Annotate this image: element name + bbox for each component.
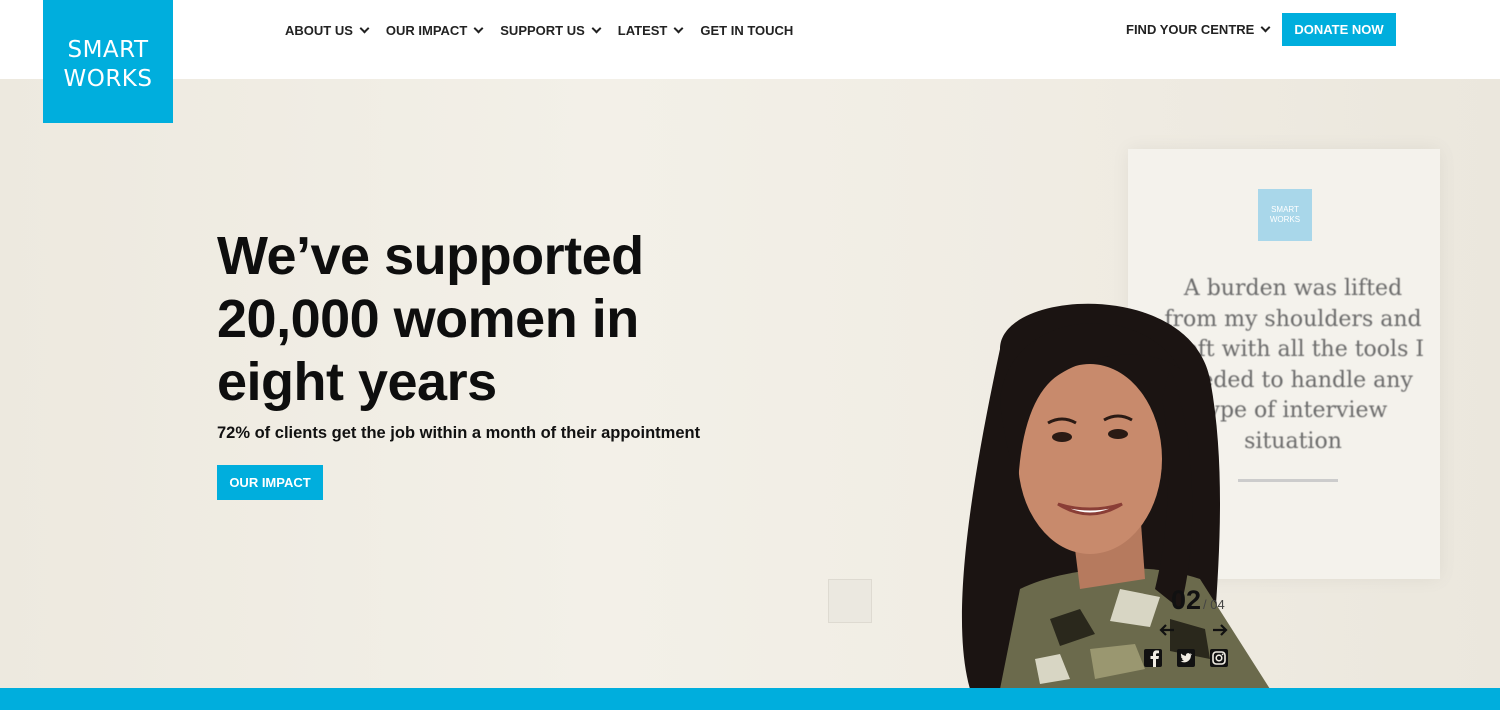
hero-title: We’ve supported 20,000 women in eight ye… <box>217 225 777 414</box>
nav-about-us[interactable]: ABOUT US <box>285 22 370 38</box>
chevron-down-icon <box>359 23 370 33</box>
nav-get-in-touch[interactable]: GET IN TOUCH <box>700 22 793 38</box>
hero-subtitle: 72% of clients get the job within a mont… <box>217 424 701 442</box>
our-impact-button[interactable]: OUR IMPACT <box>217 465 323 500</box>
find-your-centre-label: FIND YOUR CENTRE <box>1126 22 1255 37</box>
nav-get-in-touch-label: GET IN TOUCH <box>700 22 794 38</box>
slide-total: / 04 <box>1203 597 1225 612</box>
hero-banner: SMART WORKS A burden was lifted from my … <box>0 79 1500 688</box>
nav-support-us[interactable]: SUPPORT US <box>500 22 602 38</box>
chevron-down-icon <box>673 23 684 33</box>
logo-line1: SMART <box>67 36 149 63</box>
main-nav: ABOUT US OUR IMPACT SUPPORT US LATEST GE… <box>285 22 811 38</box>
facebook-icon[interactable] <box>1143 648 1163 668</box>
poster-logo: SMART WORKS <box>1258 189 1312 241</box>
twitter-icon[interactable] <box>1176 648 1196 668</box>
hero-title-line3: eight years <box>217 352 497 412</box>
site-header: ABOUT US OUR IMPACT SUPPORT US LATEST GE… <box>0 0 1500 79</box>
nav-about-us-label: ABOUT US <box>285 22 353 38</box>
slide-current: 02 <box>1171 585 1202 615</box>
nav-our-impact[interactable]: OUR IMPACT <box>385 22 484 38</box>
hero-title-line1: We’ve supported <box>217 226 644 286</box>
bottom-accent-bar <box>0 688 1500 710</box>
instagram-icon[interactable] <box>1209 648 1229 668</box>
chevron-down-icon <box>473 23 484 33</box>
arrow-left-icon[interactable] <box>1157 620 1177 640</box>
donate-now-button[interactable]: DONATE NOW <box>1282 13 1396 46</box>
nav-support-us-label: SUPPORT US <box>500 22 585 38</box>
poster-logo-line2: WORKS <box>1269 215 1301 224</box>
chevron-down-icon <box>591 23 602 33</box>
nav-latest-label: LATEST <box>617 22 668 38</box>
nav-latest[interactable]: LATEST <box>617 22 684 38</box>
slide-counter: 02 / 04 <box>1171 585 1225 616</box>
nav-our-impact-label: OUR IMPACT <box>385 22 468 38</box>
hero-title-line2: 20,000 women in <box>217 289 639 349</box>
smart-works-logo[interactable]: SMART WORKS <box>43 0 173 123</box>
poster-logo-line1: SMART <box>1271 205 1299 214</box>
find-your-centre-dropdown[interactable]: FIND YOUR CENTRE <box>1126 22 1271 37</box>
logo-line2: WORKS <box>63 65 153 92</box>
arrow-right-icon[interactable] <box>1210 620 1230 640</box>
wall-switch <box>828 579 872 623</box>
chevron-down-icon <box>1260 22 1271 33</box>
